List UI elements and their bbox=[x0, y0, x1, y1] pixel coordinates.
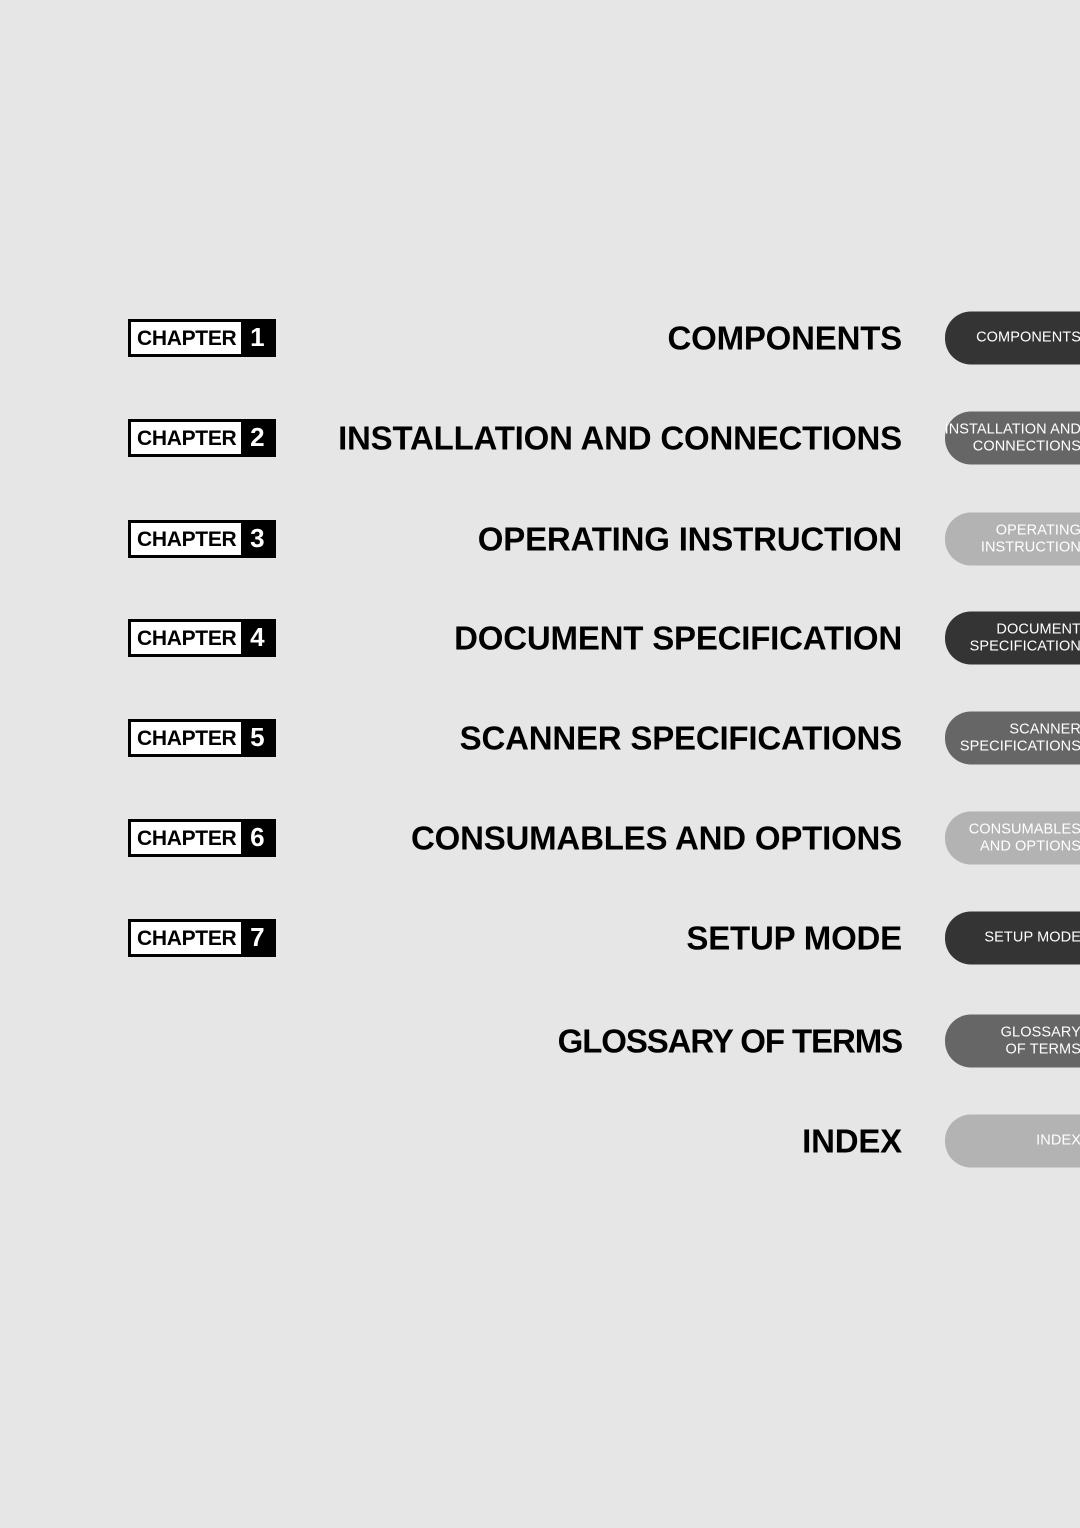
section-thumb-tab-label: AND OPTIONS bbox=[980, 838, 1080, 854]
chapter-badge-number: 6 bbox=[241, 822, 274, 854]
section-title: INSTALLATION AND CONNECTIONS bbox=[338, 419, 902, 457]
chapter-badge-label: CHAPTER bbox=[131, 822, 242, 854]
section-thumb-tab-label: SPECIFICATIONS bbox=[959, 738, 1080, 754]
chapter-row: CHAPTER 6 CONSUMABLES AND OPTIONS CONSUMABL… bbox=[0, 788, 1080, 888]
chapter-badge-placeholder bbox=[128, 1022, 289, 1060]
section-title: SCANNER SPECIFICATIONS bbox=[459, 719, 903, 757]
section-thumb-tab-label: COMPONENTS bbox=[976, 329, 1080, 346]
section-thumb-tab-label: OF TERMS bbox=[1005, 1041, 1080, 1057]
section-thumb-tab[interactable]: INSTALLATION AND CONNECTIONS bbox=[944, 411, 1080, 465]
section-thumb-tab-label: CONSUMABLES bbox=[968, 821, 1080, 837]
section-title: GLOSSARY OF TERMS bbox=[557, 1022, 903, 1060]
chapter-badge-label: CHAPTER bbox=[131, 422, 242, 454]
chapter-badge-number: 4 bbox=[241, 622, 274, 654]
section-thumb-tab[interactable]: CONSUMABLES AND OPTIONS bbox=[945, 811, 1080, 865]
section-thumb-tab-label: SETUP MODE bbox=[984, 929, 1080, 946]
section-thumb-tab[interactable]: INDEX bbox=[945, 1114, 1080, 1168]
section-title: SETUP MODE bbox=[686, 919, 902, 957]
section-thumb-tab-label: INDEX bbox=[1036, 1132, 1080, 1149]
chapter-row: CHAPTER 1 COMPONENTS COMPONENTS bbox=[0, 288, 1080, 388]
section-thumb-tab-label: SCANNER bbox=[1009, 721, 1080, 737]
chapter-row: CHAPTER 3 OPERATING INSTRUCTION OPERATING IN… bbox=[0, 489, 1080, 589]
chapter-badge: CHAPTER 4 bbox=[128, 619, 277, 657]
section-thumb-tab[interactable]: COMPONENTS bbox=[945, 311, 1080, 365]
chapter-row: CHAPTER 2 INSTALLATION AND CONNECTIONS INST… bbox=[0, 388, 1080, 488]
chapter-badge-label: CHAPTER bbox=[131, 922, 242, 954]
chapter-row: CHAPTER 5 SCANNER SPECIFICATIONS SCANNER SPE… bbox=[0, 688, 1080, 788]
chapter-badge-number: 2 bbox=[241, 422, 274, 454]
chapter-badge-number: 7 bbox=[241, 922, 274, 954]
chapter-row: INDEX INDEX bbox=[0, 1091, 1080, 1191]
section-thumb-tab[interactable]: SETUP MODE bbox=[945, 911, 1080, 965]
section-thumb-tab[interactable]: DOCUMENT SPECIFICATION bbox=[945, 611, 1080, 665]
section-thumb-tab[interactable]: OPERATING INSTRUCTION bbox=[945, 512, 1080, 566]
chapter-badge: CHAPTER 5 bbox=[128, 719, 277, 757]
chapter-row: CHAPTER 7 SETUP MODE SETUP MODE bbox=[0, 888, 1080, 988]
chapter-badge-number: 1 bbox=[241, 322, 274, 354]
chapter-badge-label: CHAPTER bbox=[131, 622, 242, 654]
chapter-badge: CHAPTER 2 bbox=[128, 419, 277, 457]
section-title: DOCUMENT SPECIFICATION bbox=[454, 619, 902, 657]
chapter-index-page: CHAPTER 1 COMPONENTS COMPONENTS CHAPTER 2 INST… bbox=[0, 0, 1080, 1528]
chapter-badge-number: 5 bbox=[241, 722, 274, 754]
chapter-row: CHAPTER 4 DOCUMENT SPECIFICATION DOCUMENT SP… bbox=[0, 588, 1080, 688]
chapter-row: GLOSSARY OF TERMS GLOSSARY OF TERMS bbox=[0, 991, 1080, 1091]
section-thumb-tab-label: CONNECTIONS bbox=[972, 438, 1080, 454]
chapter-badge-label: CHAPTER bbox=[131, 322, 242, 354]
chapter-badge-label: CHAPTER bbox=[131, 722, 242, 754]
section-thumb-tab-label: OPERATING bbox=[995, 522, 1080, 538]
section-title: COMPONENTS bbox=[667, 319, 902, 357]
section-thumb-tab-label: DOCUMENT bbox=[996, 621, 1080, 637]
section-thumb-tab-label: GLOSSARY bbox=[1000, 1024, 1080, 1040]
chapter-badge-label: CHAPTER bbox=[131, 523, 242, 555]
section-thumb-tab[interactable]: GLOSSARY OF TERMS bbox=[945, 1014, 1080, 1068]
chapter-badge-number: 3 bbox=[241, 523, 274, 555]
chapter-badge: CHAPTER 7 bbox=[128, 919, 277, 957]
chapter-badge-placeholder bbox=[128, 1122, 289, 1160]
chapter-badge: CHAPTER 1 bbox=[128, 319, 277, 357]
section-title: OPERATING INSTRUCTION bbox=[477, 520, 902, 558]
section-thumb-tab-label: INSTALLATION AND bbox=[944, 421, 1080, 437]
section-thumb-tab-label: INSTRUCTION bbox=[980, 539, 1080, 555]
chapter-badge: CHAPTER 3 bbox=[128, 520, 277, 558]
section-title: INDEX bbox=[802, 1122, 902, 1160]
chapter-badge: CHAPTER 6 bbox=[128, 819, 277, 857]
section-thumb-tab-label: SPECIFICATION bbox=[969, 638, 1080, 654]
section-thumb-tab[interactable]: SCANNER SPECIFICATIONS bbox=[945, 711, 1080, 765]
section-title: CONSUMABLES AND OPTIONS bbox=[410, 819, 902, 857]
